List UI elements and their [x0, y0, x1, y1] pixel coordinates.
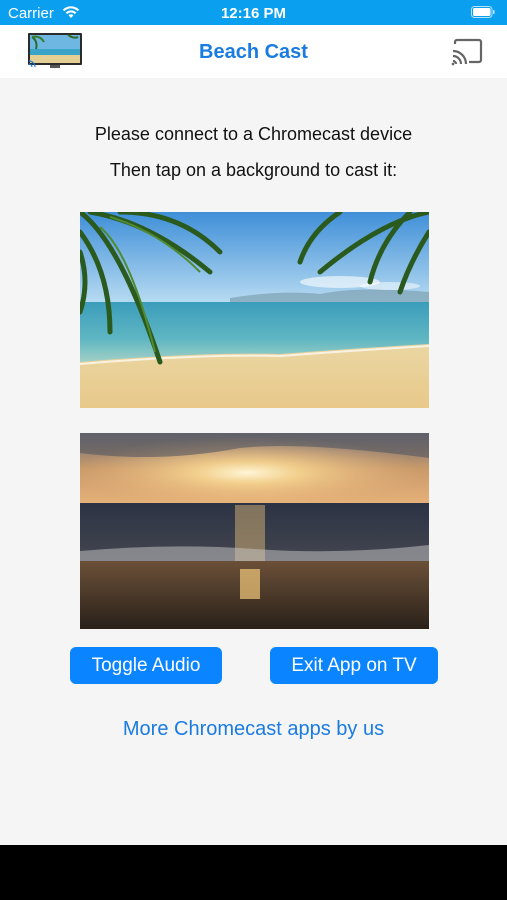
app-screen: Carrier 12:16 PM Beach Cast Please conne…: [0, 0, 507, 845]
clock: 12:16 PM: [220, 5, 287, 22]
tap-instruction: Then tap on a background to cast it:: [109, 160, 398, 180]
tropical-beach-image[interactable]: [80, 212, 429, 408]
exit-app-button[interactable]: Exit App on TV: [270, 647, 438, 684]
navigation-bar: Beach Cast: [0, 25, 507, 78]
cast-icon[interactable]: [450, 37, 484, 67]
more-apps-link[interactable]: More Chromecast apps by us: [0, 718, 507, 741]
app-title: Beach Cast: [199, 41, 308, 63]
battery-icon: [471, 6, 495, 18]
sunset-beach-image[interactable]: [80, 433, 429, 629]
status-bar: Carrier 12:16 PM: [0, 0, 507, 25]
connect-instruction: Please connect to a Chromecast device: [94, 124, 413, 144]
bottom-bar: [0, 845, 507, 900]
toggle-audio-button[interactable]: Toggle Audio: [70, 647, 222, 684]
